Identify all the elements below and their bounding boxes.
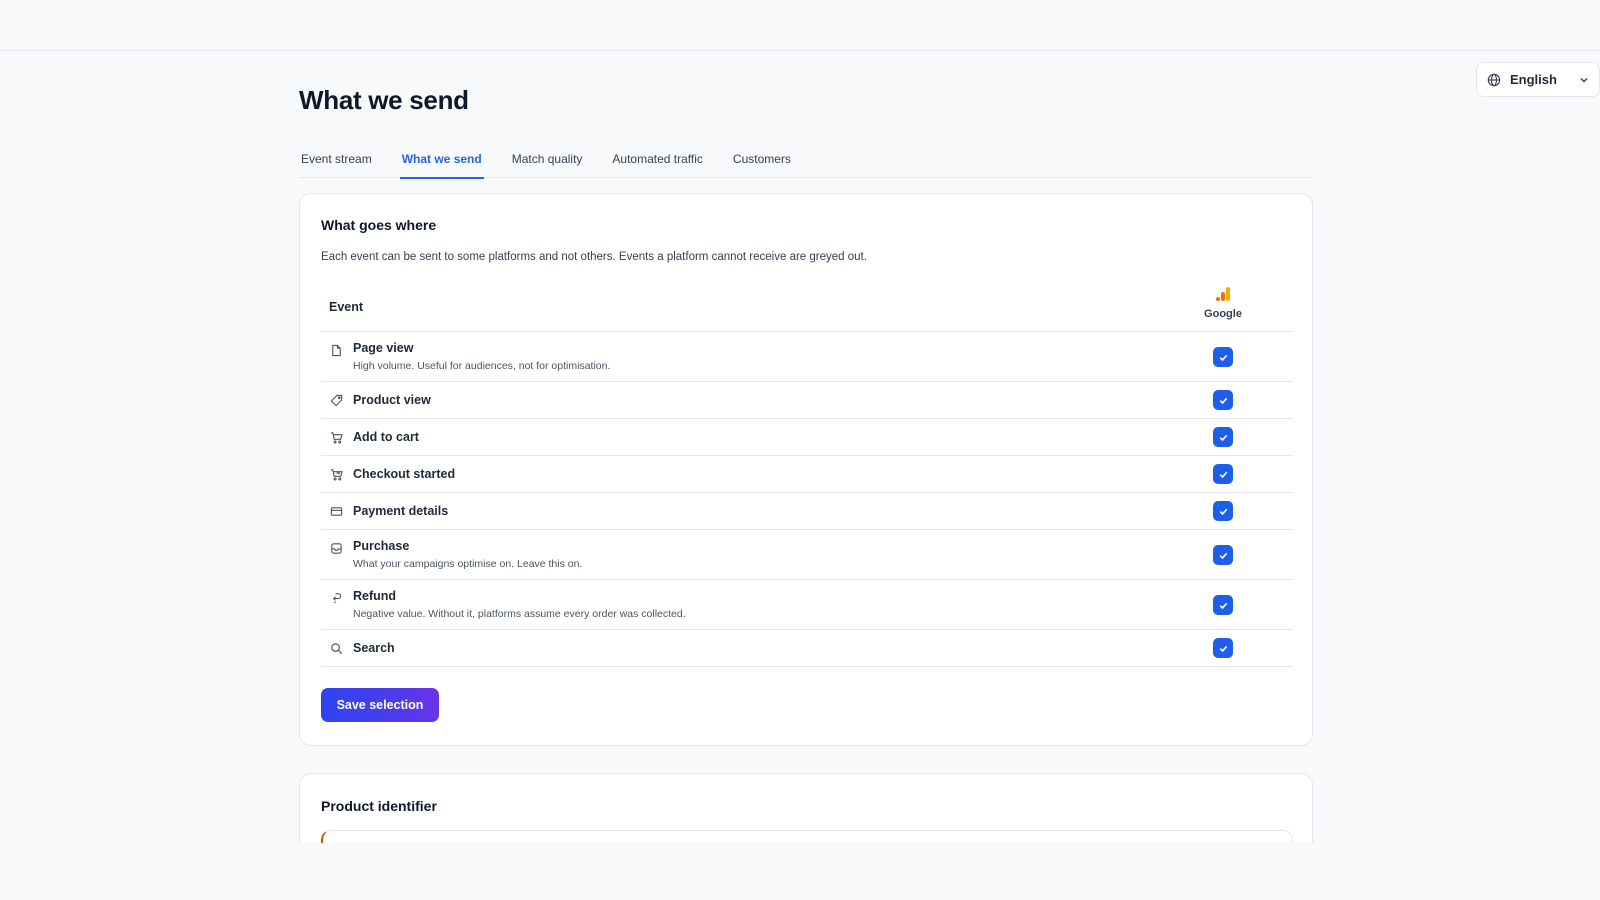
check-icon bbox=[1219, 354, 1227, 361]
platform-column-header: Google bbox=[1193, 286, 1253, 320]
tab-bar: Event stream What we send Match quality … bbox=[299, 144, 1313, 179]
event-name: Payment details bbox=[353, 504, 449, 518]
page-icon bbox=[330, 344, 343, 357]
event-name: Add to cart bbox=[353, 430, 419, 444]
check-icon bbox=[1219, 552, 1227, 559]
table-row: Purchase What your campaigns optimise on… bbox=[321, 530, 1293, 580]
tab-automated-traffic[interactable]: Automated traffic bbox=[610, 144, 705, 178]
product-identifier-panel bbox=[321, 830, 1293, 843]
event-name: Page view bbox=[353, 341, 414, 355]
refund-icon bbox=[330, 592, 343, 605]
table-row: Payment details bbox=[321, 493, 1293, 530]
tab-match-quality[interactable]: Match quality bbox=[510, 144, 585, 178]
table-row: Page view High volume. Useful for audien… bbox=[321, 332, 1293, 382]
chevron-down-icon bbox=[1580, 77, 1588, 83]
event-description: Negative value. Without it, platforms as… bbox=[353, 608, 686, 620]
tab-customers[interactable]: Customers bbox=[731, 144, 793, 178]
tab-event-stream[interactable]: Event stream bbox=[299, 144, 374, 178]
check-icon bbox=[1219, 471, 1227, 478]
product-identifier-card: Product identifier bbox=[299, 773, 1313, 843]
event-checkbox[interactable] bbox=[1213, 545, 1233, 565]
table-row: Checkout started bbox=[321, 456, 1293, 493]
card-title: Product identifier bbox=[321, 798, 437, 814]
check-icon bbox=[1219, 397, 1227, 404]
table-row: Product view bbox=[321, 382, 1293, 419]
google-analytics-icon bbox=[1216, 287, 1230, 301]
card-description: Each event can be sent to some platforms… bbox=[321, 251, 867, 263]
tab-what-we-send[interactable]: What we send bbox=[399, 144, 484, 179]
purchase-icon bbox=[330, 542, 343, 555]
check-icon bbox=[1219, 645, 1227, 652]
event-name: Refund bbox=[353, 589, 397, 603]
save-selection-button[interactable]: Save selection bbox=[321, 688, 439, 722]
table-row: Add to cart bbox=[321, 419, 1293, 456]
event-checkbox[interactable] bbox=[1213, 464, 1233, 484]
globe-icon bbox=[1487, 73, 1501, 86]
event-checkbox[interactable] bbox=[1213, 595, 1233, 615]
event-name: Checkout started bbox=[353, 467, 456, 481]
check-icon bbox=[1219, 602, 1227, 609]
page-title: What we send bbox=[299, 85, 469, 115]
credit-card-icon bbox=[330, 505, 343, 518]
event-name: Search bbox=[353, 641, 395, 655]
cart-icon bbox=[330, 431, 343, 444]
event-checkbox[interactable] bbox=[1213, 427, 1233, 447]
search-icon bbox=[330, 642, 343, 655]
event-description: High volume. Useful for audiences, not f… bbox=[353, 360, 611, 372]
card-title: What goes where bbox=[321, 217, 437, 233]
event-table: Page view High volume. Useful for audien… bbox=[321, 332, 1293, 667]
event-checkbox[interactable] bbox=[1213, 501, 1233, 521]
what-goes-where-card: What goes where Each event can be sent t… bbox=[299, 193, 1313, 746]
tag-icon bbox=[330, 394, 343, 407]
language-label: English bbox=[1510, 72, 1557, 87]
language-select[interactable]: English bbox=[1476, 62, 1600, 97]
event-checkbox[interactable] bbox=[1213, 390, 1233, 410]
table-row: Search bbox=[321, 630, 1293, 667]
table-header: Event Google bbox=[321, 286, 1293, 332]
event-name: Purchase bbox=[353, 539, 410, 553]
top-bar bbox=[0, 0, 1600, 51]
check-icon bbox=[1219, 434, 1227, 441]
table-row: Refund Negative value. Without it, platf… bbox=[321, 580, 1293, 630]
event-name: Product view bbox=[353, 393, 431, 407]
check-icon bbox=[1219, 508, 1227, 515]
event-description: What your campaigns optimise on. Leave t… bbox=[353, 558, 583, 570]
event-checkbox[interactable] bbox=[1213, 347, 1233, 367]
cart-arrow-icon bbox=[330, 468, 343, 481]
platform-name: Google bbox=[1204, 308, 1242, 320]
event-column-header: Event bbox=[329, 300, 364, 314]
event-checkbox[interactable] bbox=[1213, 638, 1233, 658]
